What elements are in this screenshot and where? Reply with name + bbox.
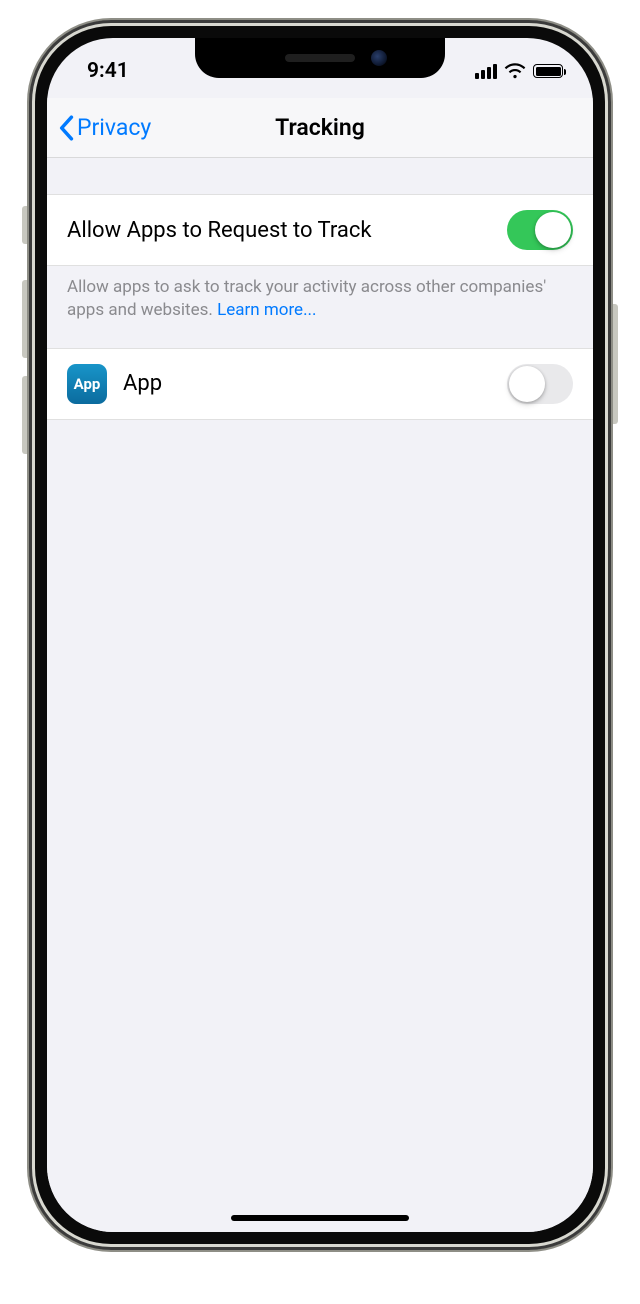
app-row: App App — [47, 348, 593, 420]
status-time: 9:41 — [87, 59, 207, 83]
apps-group: App App — [47, 348, 593, 420]
content: Allow Apps to Request to Track Allow app… — [47, 158, 593, 1232]
battery-icon — [533, 64, 563, 78]
back-label: Privacy — [77, 114, 151, 141]
allow-tracking-cell: Allow Apps to Request to Track — [47, 194, 593, 266]
nav-bar: Privacy Tracking — [47, 98, 593, 158]
app-icon: App — [67, 364, 107, 404]
home-indicator[interactable] — [231, 1215, 409, 1221]
back-button[interactable]: Privacy — [57, 114, 151, 141]
phone-frame: 9:41 — [29, 20, 611, 1250]
power-button — [610, 304, 618, 424]
allow-tracking-group: Allow Apps to Request to Track Allow app… — [47, 194, 593, 322]
app-name: App — [123, 371, 162, 396]
cellular-signal-icon — [475, 64, 497, 79]
speaker-grille — [285, 54, 355, 62]
learn-more-link[interactable]: Learn more... — [217, 300, 316, 320]
allow-tracking-label: Allow Apps to Request to Track — [67, 218, 372, 243]
screen: 9:41 — [47, 38, 593, 1232]
notch — [195, 38, 445, 78]
wifi-icon — [504, 63, 526, 79]
status-indicators — [443, 63, 563, 79]
app-tracking-switch[interactable] — [507, 364, 573, 404]
allow-tracking-description: Allow apps to ask to track your activity… — [47, 266, 593, 322]
allow-tracking-switch[interactable] — [507, 210, 573, 250]
chevron-left-icon — [57, 115, 75, 141]
front-camera — [371, 50, 387, 66]
